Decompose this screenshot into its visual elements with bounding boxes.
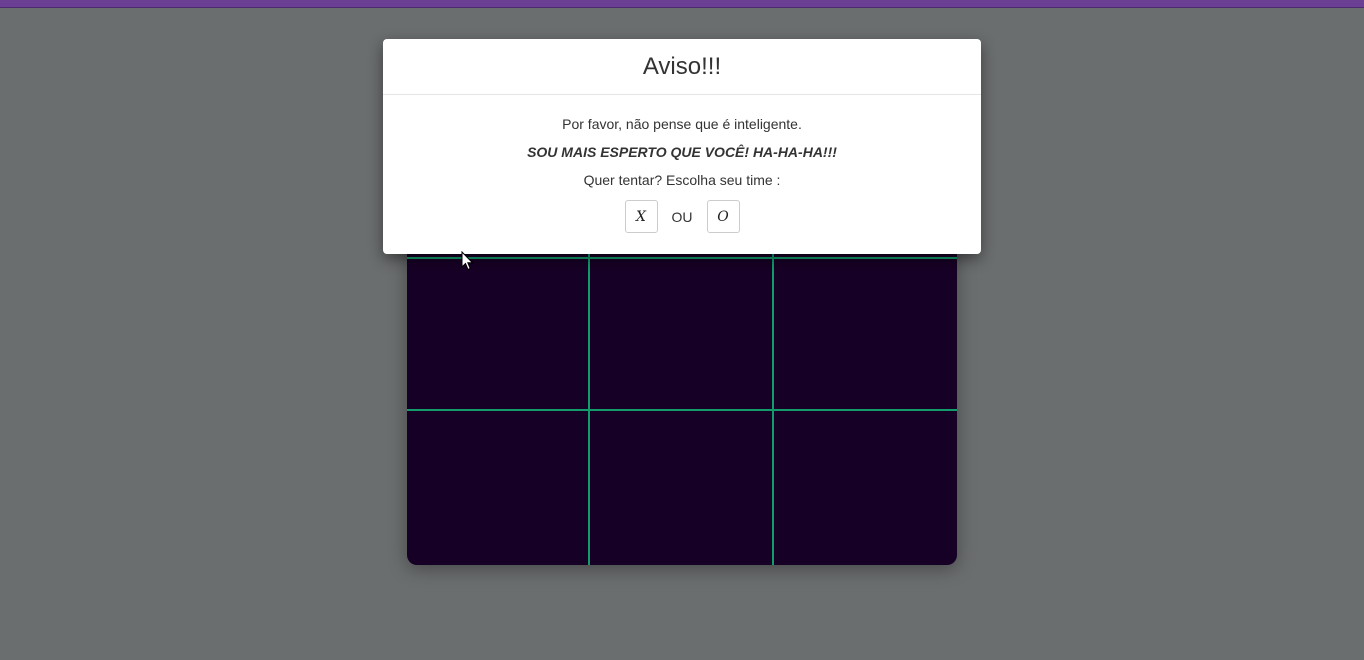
grid-line-horizontal-2 (407, 409, 957, 411)
warning-modal: Aviso!!! Por favor, não pense que é inte… (383, 39, 981, 254)
choose-o-button[interactable]: O (706, 200, 740, 233)
modal-title: Aviso!!! (642, 52, 722, 80)
grid-line-horizontal-1 (407, 257, 957, 259)
or-label: OU (671, 208, 693, 225)
modal-taunt: SOU MAIS ESPERTO QUE VOCÊ! HA-HA-HA!!! (527, 144, 837, 160)
modal-body: Por favor, não pense que é inteligente. … (383, 95, 981, 233)
browser-top-strip (0, 0, 1364, 8)
choose-x-button[interactable]: X (624, 200, 658, 233)
modal-prompt: Quer tentar? Escolha seu time : (583, 172, 781, 188)
team-choices: X OU O (383, 200, 981, 233)
modal-header: Aviso!!! (383, 39, 981, 95)
mouse-cursor-icon (461, 251, 474, 271)
modal-message: Por favor, não pense que é inteligente. (562, 116, 802, 132)
